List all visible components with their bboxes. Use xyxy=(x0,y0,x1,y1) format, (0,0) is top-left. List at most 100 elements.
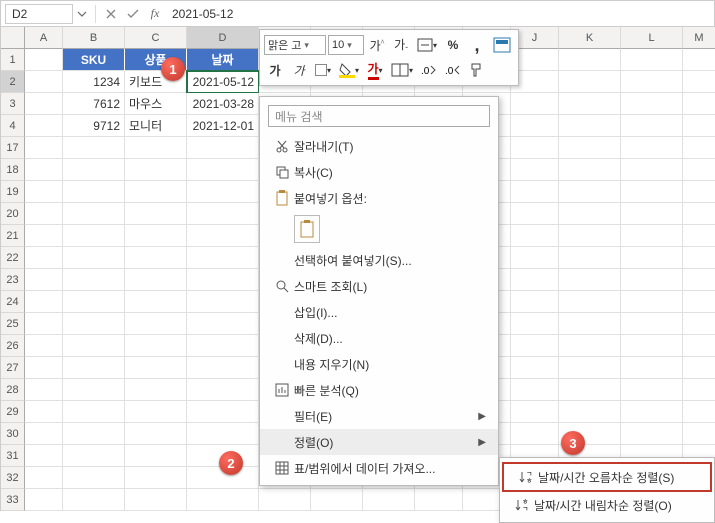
accounting-format-button[interactable]: ▾ xyxy=(414,34,440,56)
cell[interactable] xyxy=(511,181,559,203)
cell[interactable] xyxy=(25,115,63,137)
cell[interactable] xyxy=(621,379,683,401)
cell[interactable] xyxy=(683,93,715,115)
cell[interactable] xyxy=(621,71,683,93)
fill-color-button[interactable]: ▾ xyxy=(336,59,362,81)
cell[interactable] xyxy=(683,71,715,93)
cell[interactable] xyxy=(63,335,125,357)
conditional-format-button[interactable] xyxy=(490,34,514,56)
decrease-decimal-button[interactable]: .0 xyxy=(442,59,464,81)
cell[interactable] xyxy=(559,357,621,379)
cell[interactable] xyxy=(559,313,621,335)
cell[interactable] xyxy=(683,291,715,313)
cell[interactable] xyxy=(187,423,259,445)
row-header[interactable]: 29 xyxy=(1,401,25,423)
cell[interactable] xyxy=(559,159,621,181)
cell[interactable] xyxy=(511,225,559,247)
cell[interactable] xyxy=(621,137,683,159)
sort-ascending[interactable]: ㄱㅎ 날짜/시간 오름차순 정렬(S) xyxy=(502,462,712,492)
cell[interactable] xyxy=(125,313,187,335)
cell[interactable] xyxy=(683,423,715,445)
cell[interactable] xyxy=(25,357,63,379)
cell[interactable] xyxy=(559,71,621,93)
cell[interactable] xyxy=(25,181,63,203)
cell[interactable] xyxy=(511,401,559,423)
cell[interactable] xyxy=(187,489,259,511)
ctx-quick-analysis[interactable]: 빠른 분석(Q) xyxy=(260,377,498,403)
cell[interactable] xyxy=(187,291,259,313)
cell[interactable] xyxy=(187,137,259,159)
col-header[interactable]: C xyxy=(125,27,187,49)
ctx-paste-special[interactable]: 선택하여 붙여넣기(S)... xyxy=(260,247,498,273)
cell[interactable] xyxy=(621,401,683,423)
row-header[interactable]: 31 xyxy=(1,445,25,467)
cell[interactable] xyxy=(621,269,683,291)
cell[interactable] xyxy=(187,335,259,357)
table-header-cell[interactable]: 날짜 xyxy=(187,49,259,71)
col-header[interactable]: M xyxy=(683,27,715,49)
cell[interactable] xyxy=(511,159,559,181)
cell[interactable] xyxy=(511,115,559,137)
cell[interactable] xyxy=(187,247,259,269)
cell[interactable] xyxy=(25,291,63,313)
cell[interactable] xyxy=(683,49,715,71)
cell[interactable] xyxy=(511,291,559,313)
row-header[interactable]: 23 xyxy=(1,269,25,291)
cell[interactable] xyxy=(187,379,259,401)
cell[interactable] xyxy=(621,181,683,203)
cell[interactable] xyxy=(63,137,125,159)
cell[interactable] xyxy=(683,159,715,181)
cell[interactable] xyxy=(125,225,187,247)
cell[interactable] xyxy=(683,203,715,225)
row-header[interactable]: 30 xyxy=(1,423,25,445)
cell[interactable]: 9712 xyxy=(63,115,125,137)
cell[interactable] xyxy=(125,423,187,445)
cell[interactable] xyxy=(621,203,683,225)
cell[interactable] xyxy=(621,247,683,269)
cell[interactable] xyxy=(63,225,125,247)
cell[interactable] xyxy=(125,203,187,225)
ctx-sort[interactable]: 정렬(O)▶ xyxy=(260,429,498,455)
cell[interactable] xyxy=(187,203,259,225)
cell[interactable] xyxy=(63,291,125,313)
cell[interactable] xyxy=(621,291,683,313)
cell[interactable] xyxy=(559,401,621,423)
cell[interactable] xyxy=(621,357,683,379)
border-button[interactable]: ▾ xyxy=(312,59,334,81)
cell[interactable]: 모니터 xyxy=(125,115,187,137)
menu-search-input[interactable]: 메뉴 검색 xyxy=(268,105,490,127)
cell[interactable] xyxy=(187,357,259,379)
cell[interactable] xyxy=(621,225,683,247)
row-header[interactable]: 28 xyxy=(1,379,25,401)
cell[interactable] xyxy=(187,401,259,423)
cell[interactable] xyxy=(259,489,311,511)
cell[interactable] xyxy=(125,181,187,203)
cell[interactable] xyxy=(63,203,125,225)
cell[interactable] xyxy=(683,335,715,357)
col-header[interactable]: A xyxy=(25,27,63,49)
cell[interactable] xyxy=(63,313,125,335)
format-painter-button[interactable] xyxy=(466,59,488,81)
cell[interactable] xyxy=(125,291,187,313)
cell[interactable] xyxy=(621,159,683,181)
cell[interactable] xyxy=(559,225,621,247)
row-header[interactable]: 26 xyxy=(1,335,25,357)
cell[interactable] xyxy=(63,489,125,511)
cell[interactable] xyxy=(125,247,187,269)
formula-input[interactable]: 2021-05-12 xyxy=(166,7,714,21)
cell[interactable] xyxy=(25,489,63,511)
row-header[interactable]: 19 xyxy=(1,181,25,203)
cell[interactable] xyxy=(683,181,715,203)
cell[interactable] xyxy=(63,269,125,291)
cell[interactable] xyxy=(63,379,125,401)
row-header[interactable]: 33 xyxy=(1,489,25,511)
ctx-smart-lookup[interactable]: 스마트 조회(L) xyxy=(260,273,498,299)
cell[interactable] xyxy=(511,423,559,445)
paste-default-button[interactable] xyxy=(294,215,320,243)
cell[interactable] xyxy=(621,423,683,445)
cell[interactable] xyxy=(25,379,63,401)
row-header[interactable]: 2 xyxy=(1,71,25,93)
col-header[interactable]: D xyxy=(187,27,259,49)
cell[interactable] xyxy=(25,93,63,115)
ctx-insert[interactable]: 삽입(I)... xyxy=(260,299,498,325)
